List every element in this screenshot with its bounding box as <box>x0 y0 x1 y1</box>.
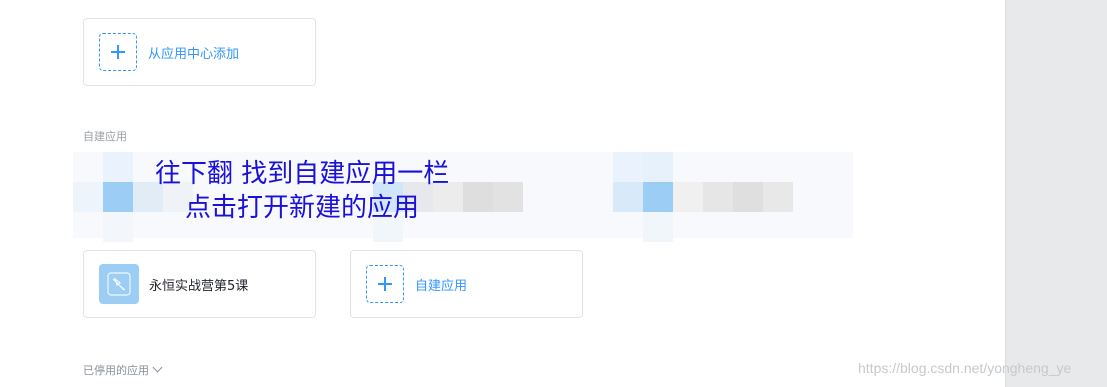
create-custom-app-label: 自建应用 <box>415 278 468 294</box>
watermark-text: https://blog.csdn.net/yongheng_ye <box>858 360 1072 376</box>
add-box <box>366 265 404 303</box>
app-icon <box>99 264 139 304</box>
main-content: 从应用中心添加 自建应用 往下翻 找到自建应用一栏 点击打开新建的应用 永恒实战… <box>0 0 1005 387</box>
annotation-line-2: 点击打开新建的应用 <box>185 193 420 223</box>
disabled-apps-toggle[interactable]: 已停用的应用 <box>83 362 163 378</box>
add-from-app-center-label: 从应用中心添加 <box>148 46 240 62</box>
plus-icon <box>111 45 125 59</box>
annotation-line-1: 往下翻 找到自建应用一栏 <box>155 159 450 189</box>
right-side-panel <box>1005 0 1107 387</box>
app-name: 永恒实战营第5课 <box>149 278 249 294</box>
disabled-apps-label: 已停用的应用 <box>83 364 149 377</box>
chevron-down-icon <box>152 362 163 373</box>
add-from-app-center-card[interactable]: 从应用中心添加 <box>83 18 316 86</box>
app-card[interactable]: 永恒实战营第5课 <box>83 250 316 318</box>
custom-apps-section-title: 自建应用 <box>83 130 127 143</box>
plus-icon <box>378 277 392 291</box>
create-custom-app-card[interactable]: 自建应用 <box>350 250 583 318</box>
add-box <box>99 33 137 71</box>
